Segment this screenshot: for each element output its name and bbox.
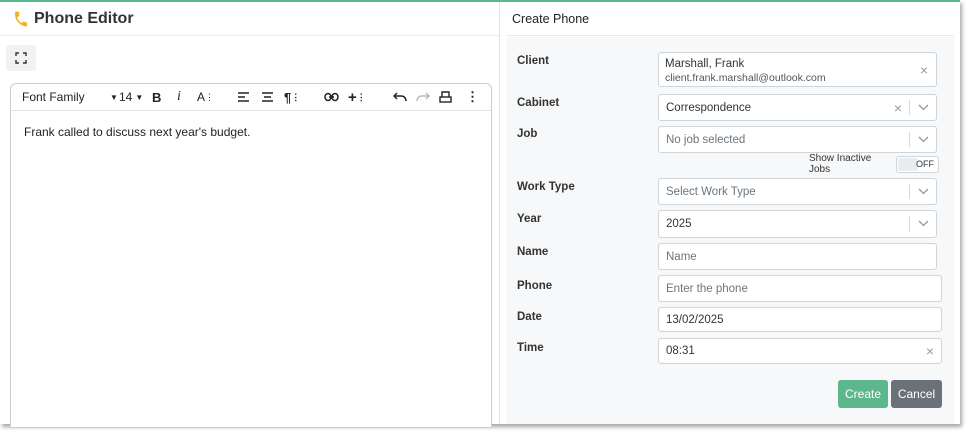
- editor-content[interactable]: Frank called to discuss next year's budg…: [11, 111, 491, 153]
- client-select[interactable]: Marshall, Frank client.frank.marshall@ou…: [658, 52, 937, 87]
- font-size-select[interactable]: 14 ▼: [119, 88, 143, 106]
- insert-more-icon[interactable]: + ⋮: [348, 88, 366, 106]
- bold-icon[interactable]: B: [152, 88, 161, 106]
- cabinet-value: Correspondence: [666, 101, 752, 114]
- paragraph-format-icon[interactable]: ¶ ⋮: [284, 88, 300, 106]
- work-type-placeholder: Select Work Type: [666, 185, 756, 198]
- chevron-down-icon[interactable]: [918, 186, 929, 198]
- app-window: Phone Editor Font Family ▼ 14▼ B i A⋮: [0, 0, 960, 428]
- name-placeholder: Name: [666, 250, 697, 263]
- create-button[interactable]: Create: [838, 380, 888, 408]
- page-title: Phone Editor: [34, 9, 134, 27]
- divider: [909, 216, 910, 232]
- redo-icon[interactable]: [416, 88, 430, 106]
- italic-icon[interactable]: i: [177, 88, 181, 106]
- show-inactive-jobs-row: Show Inactive Jobs OFF: [809, 153, 939, 175]
- time-value: 08:31: [666, 345, 695, 357]
- undo-icon[interactable]: [393, 88, 407, 106]
- chevron-down-icon[interactable]: [918, 134, 929, 146]
- clear-cabinet-icon[interactable]: ×: [894, 101, 902, 115]
- client-email: client.frank.marshall@outlook.com: [665, 72, 826, 84]
- work-type-label: Work Type: [517, 181, 575, 193]
- client-label: Client: [517, 55, 549, 67]
- show-inactive-jobs-toggle[interactable]: OFF: [895, 155, 939, 173]
- editor-toolbar: Font Family ▼ 14 ▼ B i A ⋮ ¶ ⋮ + ⋮ ⋮: [11, 84, 491, 111]
- text-format-icon[interactable]: A ⋮: [197, 88, 214, 106]
- year-select[interactable]: 2025: [658, 210, 937, 238]
- font-family-dropdown-icon[interactable]: ▼: [107, 88, 118, 106]
- phone-input[interactable]: Enter the phone: [658, 275, 942, 302]
- phone-icon: [12, 10, 30, 28]
- cancel-button[interactable]: Cancel: [891, 380, 942, 408]
- more-options-icon[interactable]: ⋮: [466, 88, 479, 106]
- font-family-label: Font Family: [22, 90, 85, 104]
- clear-client-icon[interactable]: ×: [920, 63, 928, 77]
- form-title: Create Phone: [506, 2, 954, 36]
- toggle-state: OFF: [916, 158, 934, 169]
- name-input[interactable]: Name: [658, 243, 937, 270]
- create-phone-form: Client Marshall, Frank client.frank.mars…: [506, 37, 954, 424]
- work-type-select[interactable]: Select Work Type: [658, 178, 937, 205]
- date-label: Date: [517, 311, 542, 323]
- job-select[interactable]: No job selected: [658, 126, 937, 153]
- create-phone-panel: Create Phone Client Marshall, Frank clie…: [506, 2, 954, 424]
- divider: [909, 184, 910, 199]
- divider: [909, 100, 910, 115]
- rich-text-editor: Font Family ▼ 14 ▼ B i A ⋮ ¶ ⋮ + ⋮ ⋮ Fra…: [10, 83, 492, 428]
- year-value: 2025: [666, 218, 692, 230]
- divider: [909, 132, 910, 147]
- job-label: Job: [517, 128, 538, 140]
- clear-time-icon[interactable]: ×: [926, 344, 934, 358]
- phone-placeholder: Enter the phone: [666, 282, 748, 295]
- chevron-down-icon[interactable]: [918, 218, 929, 230]
- date-value: 13/02/2025: [666, 313, 724, 326]
- show-inactive-jobs-label: Show Inactive Jobs: [809, 153, 872, 175]
- phone-label: Phone: [517, 280, 553, 292]
- font-size-label: 14: [119, 90, 133, 104]
- name-label: Name: [517, 246, 549, 258]
- align-center-icon[interactable]: [261, 88, 274, 106]
- font-size-dropdown-icon: ▼: [135, 92, 144, 102]
- chevron-down-icon[interactable]: [918, 102, 929, 114]
- client-name: Marshall, Frank: [665, 58, 745, 70]
- cabinet-select[interactable]: Correspondence ×: [658, 94, 937, 121]
- cabinet-label: Cabinet: [517, 97, 560, 109]
- align-left-icon[interactable]: [237, 88, 250, 106]
- editor-header: Phone Editor: [0, 2, 499, 36]
- print-icon[interactable]: [439, 88, 452, 106]
- time-label: Time: [517, 342, 544, 354]
- job-placeholder: No job selected: [666, 133, 746, 146]
- fullscreen-button[interactable]: [6, 45, 36, 71]
- date-input[interactable]: 13/02/2025: [658, 307, 942, 332]
- font-family-select[interactable]: Font Family: [22, 88, 85, 106]
- expand-icon: [15, 52, 27, 64]
- time-input[interactable]: 08:31 ×: [658, 338, 942, 364]
- phone-editor-panel: Phone Editor Font Family ▼ 14▼ B i A⋮: [0, 2, 500, 428]
- insert-link-icon[interactable]: [324, 88, 339, 106]
- year-label: Year: [517, 213, 542, 225]
- editor-text: Frank called to discuss next year's budg…: [24, 125, 251, 139]
- toggle-knob: [897, 157, 918, 171]
